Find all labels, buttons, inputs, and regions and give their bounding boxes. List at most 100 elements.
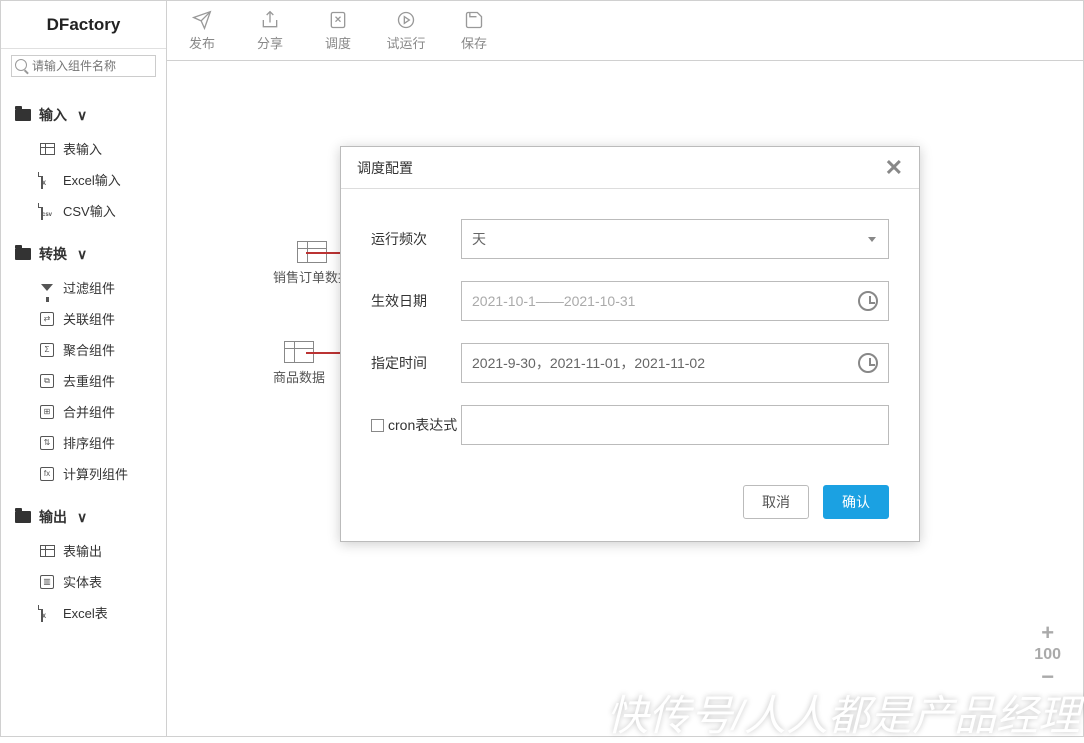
modal-title: 调度配置: [357, 158, 413, 178]
save-button[interactable]: 保存: [451, 9, 497, 52]
schedule-button[interactable]: 调度: [315, 9, 361, 52]
sidebar-item-aggregate[interactable]: Σ 聚合组件: [1, 334, 166, 365]
table-icon: [39, 544, 55, 558]
zoom-value: 100: [1034, 646, 1061, 664]
dedupe-icon: ⧉: [39, 374, 55, 388]
button-label: 确认: [842, 492, 870, 512]
table-icon: [39, 142, 55, 156]
form-row-specific-time: 指定时间 2021-9-30，2021-11-01，2021-11-02: [371, 343, 889, 383]
button-label: 取消: [762, 492, 790, 512]
clock-icon: [858, 291, 878, 311]
zoom-in-button[interactable]: +: [1041, 622, 1054, 644]
share-button[interactable]: 分享: [247, 9, 293, 52]
cancel-button[interactable]: 取消: [743, 485, 809, 519]
brand-title: DFactory: [1, 1, 166, 49]
frequency-select[interactable]: 天: [461, 219, 889, 259]
file-excel-icon: X: [39, 173, 55, 187]
entity-table-icon: ▥: [39, 575, 55, 589]
item-label: 聚合组件: [63, 340, 115, 359]
zoom-out-button[interactable]: −: [1041, 666, 1054, 688]
chevron-down-icon: ∨: [77, 246, 87, 263]
cron-input[interactable]: [461, 405, 889, 445]
play-icon: [395, 9, 417, 31]
item-label: 表输出: [63, 541, 102, 560]
clock-icon: [858, 353, 878, 373]
effective-date-input[interactable]: 2021-10-1——2021-10-31: [461, 281, 889, 321]
group-label: 输出: [39, 507, 67, 527]
modal-body: 运行频次 天 生效日期 2021-10-1——2021-10-31 指定时间: [341, 189, 919, 485]
zoom-controls: + 100 −: [1034, 622, 1061, 688]
save-icon: [463, 9, 485, 31]
share-icon: [259, 9, 281, 31]
item-label: 计算列组件: [63, 464, 128, 483]
item-label: 排序组件: [63, 433, 115, 452]
calc-icon: fx: [39, 467, 55, 481]
sidebar-item-excel-table[interactable]: X Excel表: [1, 597, 166, 628]
cron-label: cron表达式: [371, 415, 461, 435]
node-label: 商品数据: [273, 367, 325, 386]
group-label: 输入: [39, 105, 67, 125]
sidebar-item-csv-input[interactable]: csv CSV输入: [1, 195, 166, 226]
cron-label-text: cron表达式: [388, 415, 457, 435]
search-icon: [15, 59, 27, 71]
canvas-node-product-data[interactable]: 商品数据: [273, 341, 325, 386]
publish-button[interactable]: 发布: [179, 9, 225, 52]
sidebar-item-join[interactable]: ⇄ 关联组件: [1, 303, 166, 334]
testrun-button[interactable]: 试运行: [383, 9, 429, 52]
item-label: 关联组件: [63, 309, 115, 328]
search-input[interactable]: [11, 55, 156, 77]
chevron-down-icon: ∨: [77, 107, 87, 124]
folder-icon: [15, 109, 31, 121]
toolbar-label: 发布: [189, 33, 215, 52]
sidebar-group-output[interactable]: 输出 ∨: [1, 499, 166, 535]
item-label: CSV输入: [63, 201, 116, 220]
form-row-cron: cron表达式: [371, 405, 889, 445]
sidebar-group-input[interactable]: 输入 ∨: [1, 97, 166, 133]
input-value: 2021-9-30，2021-11-01，2021-11-02: [472, 353, 705, 373]
group-label: 转换: [39, 244, 67, 264]
input-placeholder: 2021-10-1——2021-10-31: [472, 293, 635, 309]
item-label: Excel输入: [63, 170, 121, 189]
sidebar: DFactory 输入 ∨ 表输入 X Excel输入 csv CSV输入 转换…: [1, 1, 167, 736]
join-icon: ⇄: [39, 312, 55, 326]
toolbar: 发布 分享 调度 试运行: [167, 1, 1083, 61]
frequency-label: 运行频次: [371, 229, 461, 249]
item-label: Excel表: [63, 603, 108, 622]
sidebar-item-excel-input[interactable]: X Excel输入: [1, 164, 166, 195]
item-label: 实体表: [63, 572, 102, 591]
confirm-button[interactable]: 确认: [823, 485, 889, 519]
specific-time-input[interactable]: 2021-9-30，2021-11-01，2021-11-02: [461, 343, 889, 383]
sidebar-item-table-output[interactable]: 表输出: [1, 535, 166, 566]
form-row-effective-date: 生效日期 2021-10-1——2021-10-31: [371, 281, 889, 321]
effective-date-label: 生效日期: [371, 291, 461, 311]
item-label: 合并组件: [63, 402, 115, 421]
file-excel-icon: X: [39, 606, 55, 620]
sidebar-item-sort[interactable]: ⇅ 排序组件: [1, 427, 166, 458]
cron-checkbox[interactable]: [371, 419, 384, 432]
sidebar-item-entity-table[interactable]: ▥ 实体表: [1, 566, 166, 597]
folder-icon: [15, 248, 31, 260]
filter-icon: [39, 281, 55, 295]
sort-icon: ⇅: [39, 436, 55, 450]
schedule-icon: [327, 9, 349, 31]
sidebar-item-dedupe[interactable]: ⧉ 去重组件: [1, 365, 166, 396]
aggregate-icon: Σ: [39, 343, 55, 357]
select-value: 天: [472, 229, 486, 249]
toolbar-label: 调度: [325, 33, 351, 52]
file-csv-icon: csv: [39, 204, 55, 218]
sidebar-item-merge[interactable]: ⊞ 合并组件: [1, 396, 166, 427]
item-label: 去重组件: [63, 371, 115, 390]
toolbar-label: 保存: [461, 33, 487, 52]
sidebar-item-table-input[interactable]: 表输入: [1, 133, 166, 164]
item-label: 表输入: [63, 139, 102, 158]
sidebar-item-calc[interactable]: fx 计算列组件: [1, 458, 166, 489]
close-icon[interactable]: ✕: [885, 155, 903, 181]
sidebar-item-filter[interactable]: 过滤组件: [1, 272, 166, 303]
schedule-config-modal: 调度配置 ✕ 运行频次 天 生效日期 2021-10-1——2021-10-31: [340, 146, 920, 542]
toolbar-label: 试运行: [386, 33, 425, 52]
search-wrap: [1, 49, 166, 87]
paper-plane-icon: [191, 9, 213, 31]
sidebar-group-transform[interactable]: 转换 ∨: [1, 236, 166, 272]
item-label: 过滤组件: [63, 278, 115, 297]
form-row-frequency: 运行频次 天: [371, 219, 889, 259]
